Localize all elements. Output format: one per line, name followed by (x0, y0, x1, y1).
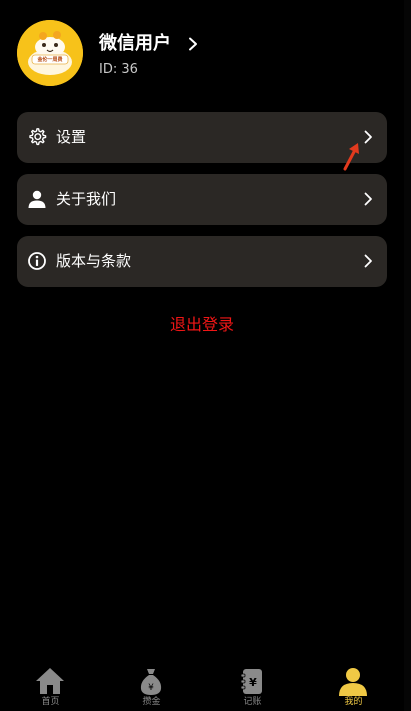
gear-icon (29, 128, 47, 146)
tab-label: 首页 (41, 697, 60, 707)
menu-item-settings[interactable]: 设置 (17, 112, 387, 163)
tab-bookkeeping[interactable]: ¥ 记账 (202, 661, 303, 711)
nickname: 微信用户 (99, 33, 171, 54)
money-bag-icon: ¥ (140, 669, 162, 695)
avatar[interactable]: 金伦一周费 (17, 20, 83, 86)
menu-item-version-terms[interactable]: 版本与条款 (17, 236, 387, 287)
tab-save-gold[interactable]: ¥ 攒金 (101, 661, 202, 711)
chevron-right-icon (364, 130, 372, 144)
profile-header[interactable]: 金伦一周费 微信用户 ID: 36 (17, 20, 387, 88)
tab-label: 记账 (243, 697, 262, 707)
menu-item-label: 版本与条款 (56, 252, 132, 270)
ledger-icon: ¥ (240, 669, 262, 694)
tab-mine[interactable]: 我的 (303, 661, 404, 711)
tab-label: 我的 (344, 697, 363, 707)
person-icon (28, 190, 46, 208)
tab-home[interactable]: 首页 (0, 661, 101, 711)
menu-item-label: 关于我们 (56, 190, 117, 208)
home-icon (36, 668, 64, 694)
user-id: ID: 36 (99, 62, 138, 77)
annotation-arrow-icon (343, 143, 359, 171)
info-icon (28, 252, 46, 270)
chevron-right-icon[interactable] (187, 37, 199, 51)
avatar-illustration (17, 20, 83, 86)
svg-text:¥: ¥ (148, 683, 154, 693)
svg-text:¥: ¥ (249, 676, 257, 689)
menu-item-label: 设置 (56, 128, 87, 146)
tab-label: 攒金 (142, 697, 161, 707)
chevron-right-icon (364, 254, 372, 268)
chevron-right-icon (364, 192, 372, 206)
menu-item-about-us[interactable]: 关于我们 (17, 174, 387, 225)
edge-strip (404, 0, 411, 711)
profile-icon (339, 668, 367, 696)
avatar-caption: 金伦一周费 (37, 57, 63, 63)
logout-button[interactable]: 退出登录 (0, 314, 404, 336)
bottom-tab-bar: 首页 ¥ 攒金 ¥ 记账 我的 (0, 661, 404, 711)
